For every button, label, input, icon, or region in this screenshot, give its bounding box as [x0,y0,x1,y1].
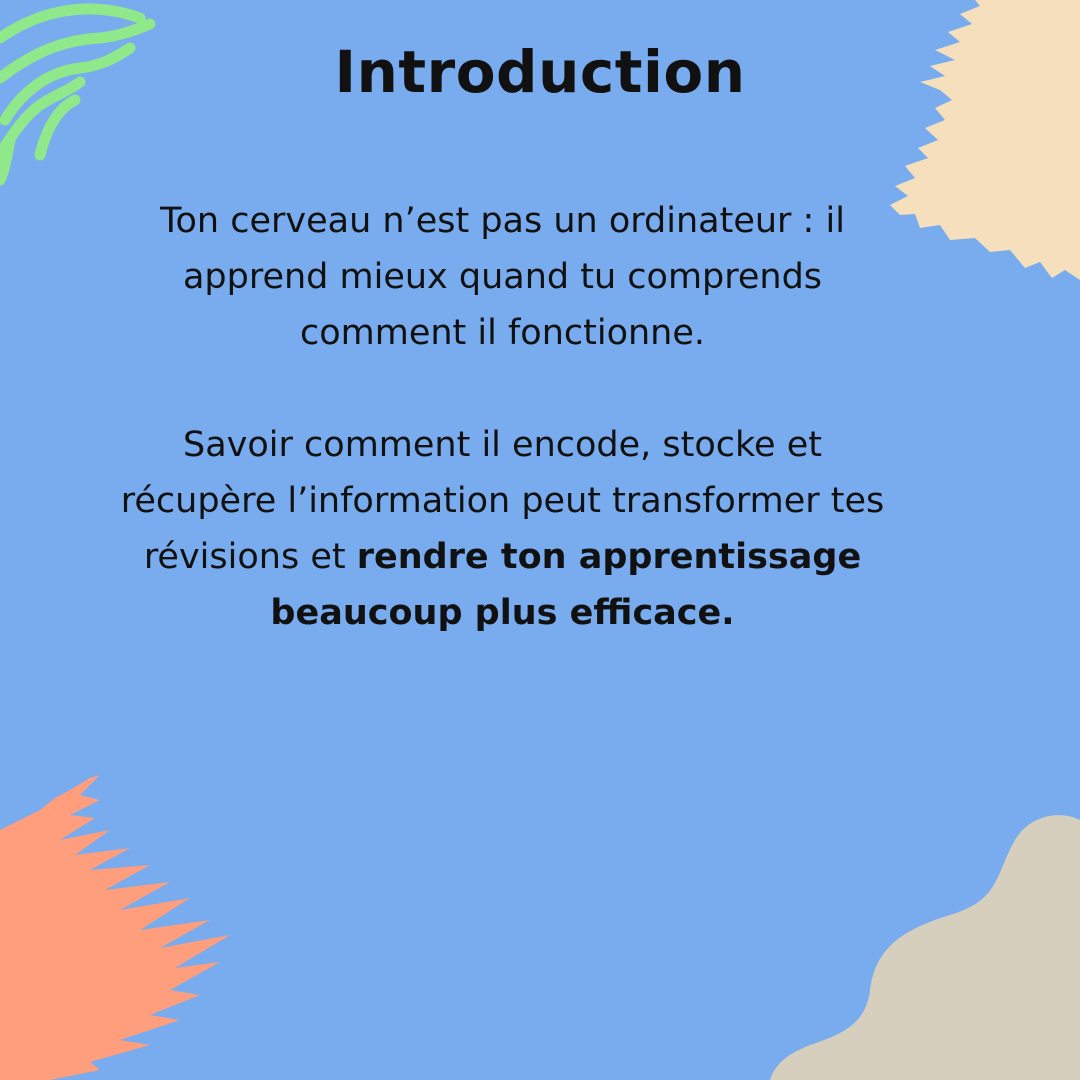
intro-paragraph: Ton cerveau n’est pas un ordinateur : il… [160,201,845,353]
slide-body: Ton cerveau n’est pas un ordinateur : il… [100,193,905,641]
slide-title: Introduction [334,38,746,106]
taupe-blob-decoration [770,815,1080,1080]
coral-brush-decoration [0,775,230,1080]
explanation-paragraph: Savoir comment il encode, stocke et récu… [100,417,905,641]
emphasis-text: rendre ton apprentissage beaucoup plus e… [270,537,862,633]
